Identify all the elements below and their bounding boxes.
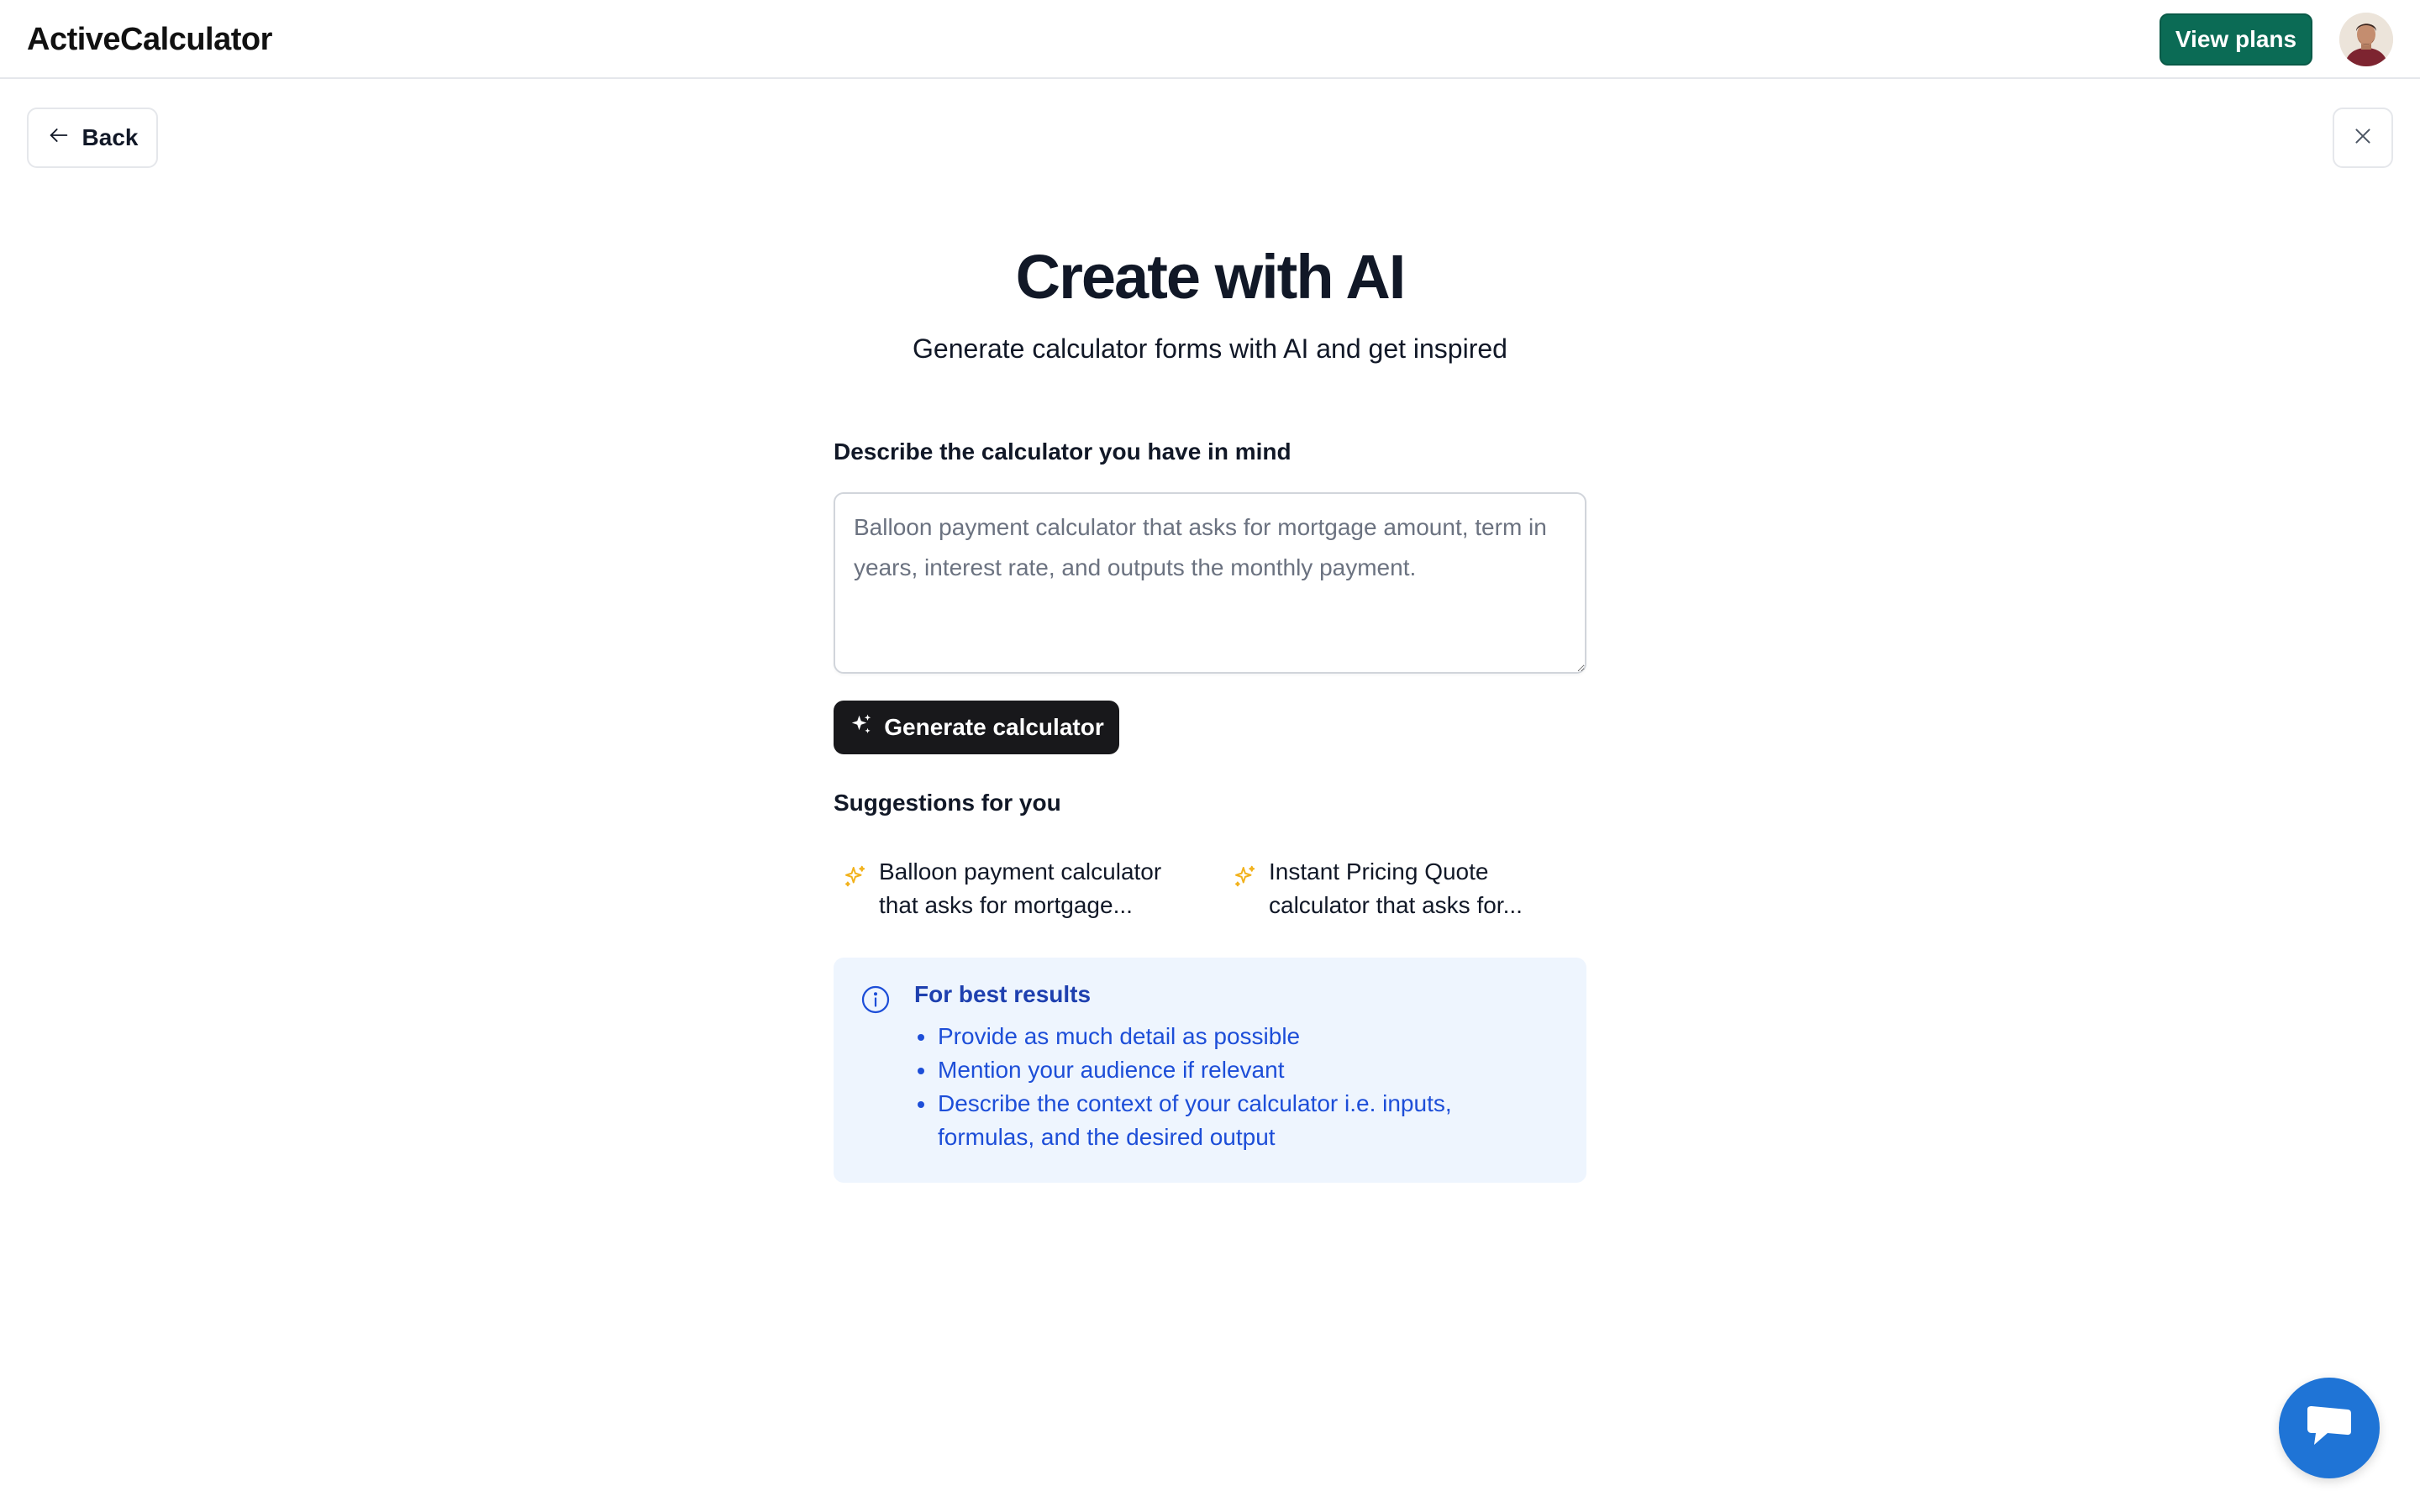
chat-widget-button[interactable] [2279, 1378, 2380, 1478]
user-avatar[interactable] [2339, 13, 2393, 66]
info-circle-icon [860, 984, 891, 1019]
back-button-label: Back [82, 124, 139, 150]
close-icon [2352, 125, 2374, 151]
sparkle-outline-icon [1232, 864, 1257, 893]
best-results-tips: For best results Provide as much detail … [834, 958, 1586, 1183]
avatar-image [2339, 13, 2393, 66]
calculator-description-input[interactable] [834, 492, 1586, 674]
tip-item: Provide as much detail as possible [914, 1020, 1553, 1053]
suggestion-item[interactable]: Balloon payment calculator that asks for… [835, 850, 1188, 927]
close-button[interactable] [2333, 108, 2393, 168]
tip-item: Describe the context of your calculator … [914, 1087, 1553, 1154]
sparkle-outline-icon [842, 864, 867, 893]
top-bar: ActiveCalculator View plans [0, 0, 2420, 79]
suggestions-heading: Suggestions for you [834, 790, 1061, 816]
suggestion-text: Balloon payment calculator that asks for… [879, 858, 1162, 918]
generate-calculator-label: Generate calculator [884, 714, 1104, 740]
back-button[interactable]: Back [27, 108, 158, 168]
chat-bubble-icon [2304, 1403, 2354, 1454]
suggestion-item[interactable]: Instant Pricing Quote calculator that as… [1225, 850, 1578, 927]
tip-item: Mention your audience if relevant [914, 1053, 1553, 1087]
page-subtitle: Generate calculator forms with AI and ge… [913, 333, 1507, 364]
prompt-label: Describe the calculator you have in mind [834, 438, 1292, 465]
sparkles-icon [849, 712, 874, 743]
suggestion-text: Instant Pricing Quote calculator that as… [1269, 858, 1523, 918]
generate-calculator-button[interactable]: Generate calculator [834, 701, 1119, 754]
app-logo[interactable]: ActiveCalculator [27, 20, 272, 59]
tips-list: Provide as much detail as possible Menti… [914, 1020, 1553, 1154]
view-plans-button[interactable]: View plans [2160, 13, 2312, 66]
page-title: Create with AI [1015, 242, 1407, 312]
arrow-left-icon [47, 123, 71, 153]
tips-title: For best results [914, 981, 1092, 1007]
